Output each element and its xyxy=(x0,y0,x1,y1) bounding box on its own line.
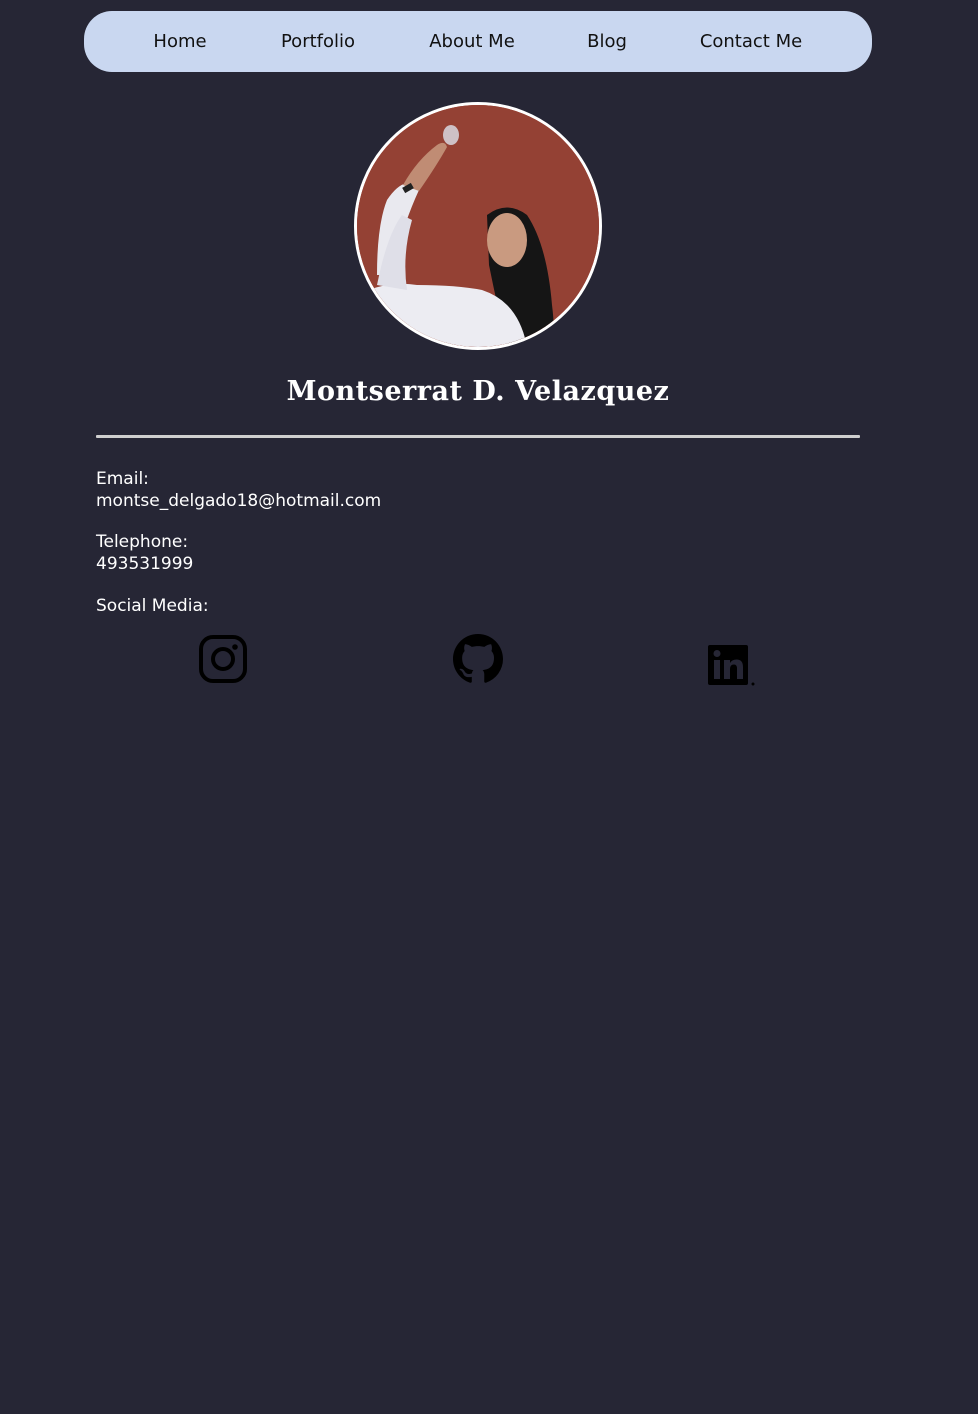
telephone-value[interactable]: 493531999 xyxy=(96,553,193,575)
telephone-block: Telephone: 493531999 xyxy=(96,531,193,575)
profile-photo-illustration xyxy=(357,105,599,347)
contact-page: Home Portfolio About Me Blog Contact Me … xyxy=(0,0,978,1414)
navbar: Home Portfolio About Me Blog Contact Me xyxy=(84,11,872,72)
linkedin-icon[interactable] xyxy=(706,640,756,690)
email-value[interactable]: montse_delgado18@hotmail.com xyxy=(96,490,381,512)
email-label: Email: xyxy=(96,469,149,489)
nav-portfolio-link[interactable]: Portfolio xyxy=(281,11,355,72)
profile-photo xyxy=(354,102,602,350)
nav-home-link[interactable]: Home xyxy=(153,11,206,72)
email-block: Email: montse_delgado18@hotmail.com xyxy=(96,468,381,512)
nav-contact-link[interactable]: Contact Me xyxy=(700,11,802,72)
profile-name: Montserrat D. Velazquez xyxy=(286,376,670,407)
nav-about-link[interactable]: About Me xyxy=(429,11,515,72)
instagram-icon[interactable] xyxy=(198,634,248,684)
social-media-label: Social Media: xyxy=(96,596,209,616)
telephone-label: Telephone: xyxy=(96,532,189,552)
nav-blog-link[interactable]: Blog xyxy=(587,11,627,72)
social-block: Social Media: xyxy=(96,595,209,617)
github-icon[interactable] xyxy=(453,634,503,684)
divider xyxy=(96,435,860,438)
